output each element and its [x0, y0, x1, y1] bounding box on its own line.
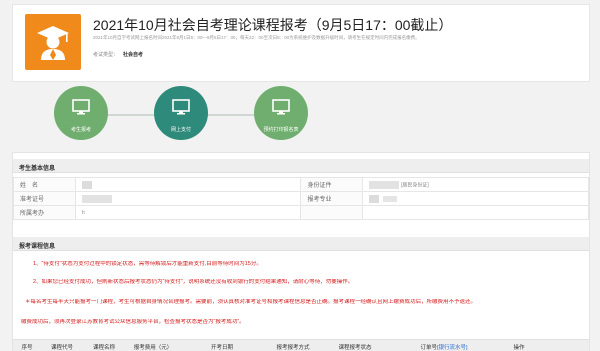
redacted-block [81, 194, 112, 203]
redacted-block [369, 180, 400, 189]
major-value [362, 191, 589, 206]
step-print-form[interactable]: 预约打印报名表 [254, 86, 308, 142]
redacted-block [81, 180, 92, 189]
notice-line: 1、“待支付”状态为支付过程中的锁定状态，需等待解锁后才能重新支付,目前等待时间… [33, 261, 262, 267]
step-register[interactable]: 考生报考 [54, 86, 108, 142]
step-register-label: 考生报考 [70, 127, 91, 133]
monitor-icon [72, 99, 90, 115]
registration-time-description: 2021年10月自学考试网上报名时间2021年9月1日9：00—9月5日17：0… [93, 35, 420, 40]
table-row: 姓 名 身份证件 [居民身份证] [13, 177, 589, 192]
ticket-value [74, 191, 302, 206]
column-header: 课程名称 [92, 345, 115, 351]
major-label: 报考专业 [300, 191, 364, 206]
column-header: 开考日期 [210, 345, 233, 351]
basic-info-table: 姓 名 身份证件 [居民身份证] 准考证号 报考专业 所属考办 h [13, 177, 589, 220]
page: 2021年10月社会自考理论课程报考（9月5日17：00截止） 2021年10月… [0, 0, 600, 351]
redacted-block [383, 195, 398, 202]
id-value: [居民身份证] [362, 177, 589, 192]
monitor-icon [172, 99, 190, 115]
column-header: 报考报考方式 [276, 345, 310, 351]
notice-line: 缴费成功后，须再次登录江苏教育考试公众信息服务平台，检查报考状态是否为“报考成功… [21, 319, 245, 325]
exam-type: 考试类型： 社会自考 [93, 51, 143, 58]
monitor-icon [272, 99, 290, 115]
id-label: 身份证件 [300, 177, 364, 192]
course-table-header: 序号 课程代号 课程名称 报考费用（元） 开考日期 报考报考方式 课程报考状态 … [13, 339, 589, 351]
table-row: 所属考办 h [13, 205, 589, 220]
id-type: [居民身份证] [401, 182, 429, 189]
step-print-form-label: 预约打印报名表 [263, 127, 299, 133]
empty-cell [300, 205, 364, 220]
progress-steps: 考生报考 网上支付 预约打印报名表 [12, 86, 590, 150]
step-online-payment[interactable]: 网上支付 [154, 86, 208, 142]
name-value [74, 177, 302, 192]
notice-line: ＊每名考生每半天只能报考一门课程，考生可根据自身情况合理报考。需要前，须认真核对… [25, 299, 477, 305]
graduate-avatar-icon [25, 14, 81, 70]
column-header: 课程报考状态 [338, 345, 372, 351]
course-header-card: 2021年10月社会自考理论课程报考（9月5日17：00截止） 2021年10月… [12, 4, 590, 82]
column-header: 课程代号 [50, 345, 73, 351]
registration-heading: 报考课程信息 [13, 237, 589, 251]
bank-serial-link[interactable]: [银行流水号] [437, 340, 493, 351]
ticket-label: 准考证号 [13, 191, 76, 206]
name-label: 姓 名 [13, 177, 76, 192]
notice-line: 2、如果您已经支付成功，但刷新状态后报考状态仍为“待支付”，说明系统还没有收到银… [33, 279, 354, 285]
region-label: 所属考办 [13, 205, 76, 220]
page-title: 2021年10月社会自考理论课程报考（9月5日17：00截止） [93, 17, 453, 33]
exam-type-value: 社会自考 [123, 52, 144, 58]
empty-cell [362, 205, 589, 220]
basic-info-heading: 考生基本信息 [13, 159, 589, 173]
exam-type-label: 考试类型： [93, 52, 119, 58]
step-online-payment-label: 网上支付 [170, 127, 191, 133]
column-header: 订单号 [420, 345, 437, 351]
region-value: h [74, 205, 302, 220]
column-header: 操作 [513, 345, 525, 351]
main-panel: 考生基本信息 姓 名 身份证件 [居民身份证] 准考证号 报考专业 所属考办 h [12, 152, 590, 351]
column-header: 报考费用（元） [133, 345, 173, 351]
column-header: 序号 [21, 345, 33, 351]
redacted-block [369, 194, 380, 203]
table-row: 准考证号 报考专业 [13, 191, 589, 206]
